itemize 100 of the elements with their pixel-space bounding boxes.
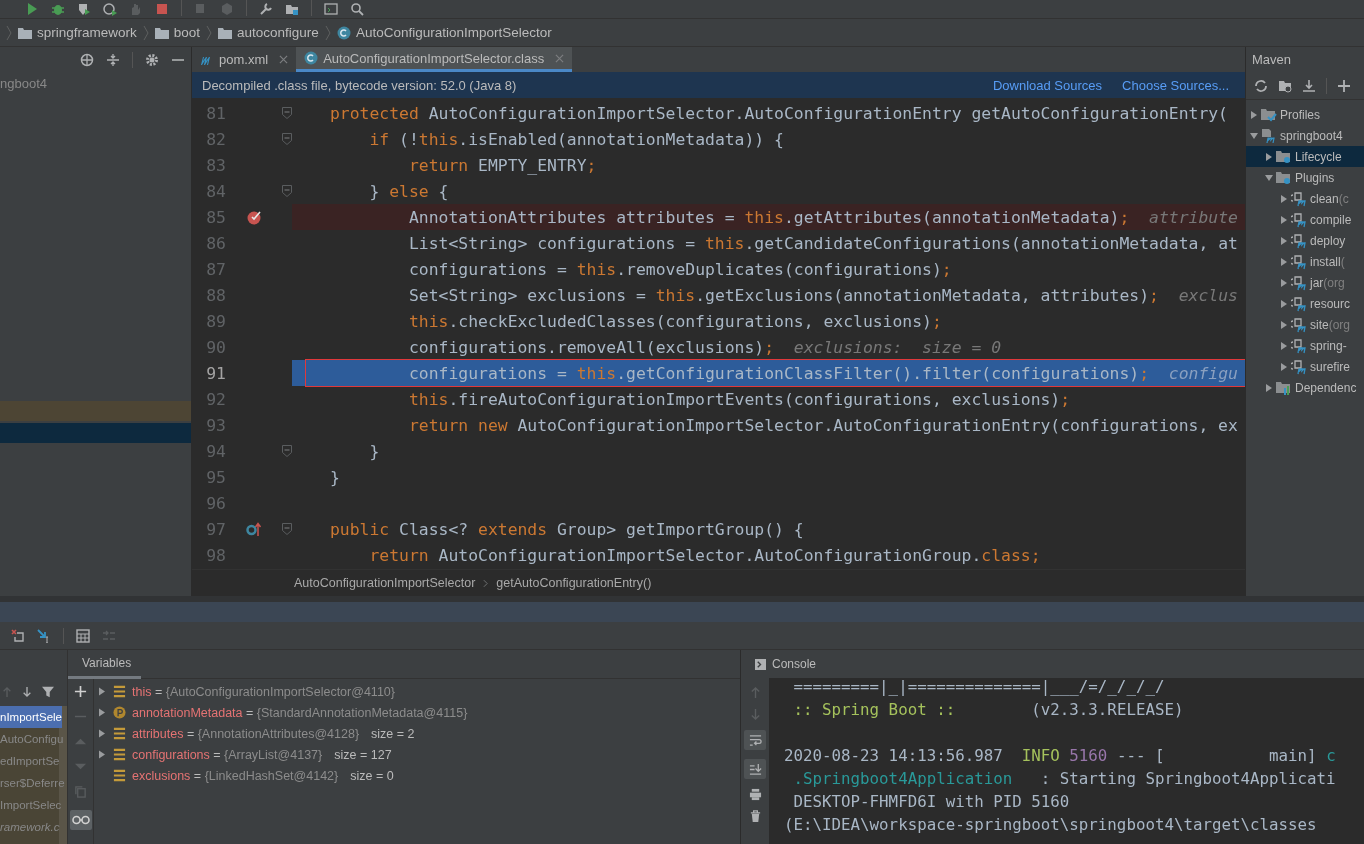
- tree-item[interactable]: spring-: [1246, 335, 1364, 356]
- tree-item[interactable]: surefire: [1246, 356, 1364, 377]
- breakpoint-icon[interactable]: [246, 209, 262, 225]
- shield-icon[interactable]: [77, 2, 91, 16]
- cursor-icon[interactable]: [37, 628, 51, 643]
- stop-icon[interactable]: [155, 2, 169, 16]
- variable-entry[interactable]: annotationMetadata = {StandardAnnotationMetadata@4115}: [132, 705, 468, 720]
- wrap-button[interactable]: [744, 730, 766, 750]
- code-line: protected AutoConfigurationImportSelector.AutoConfigurationEntry getAutoConfigurationEntry(: [330, 103, 1228, 123]
- search-icon[interactable]: [350, 2, 364, 16]
- tree-item[interactable]: Lifecycle: [1246, 146, 1364, 167]
- expander-icon: [1280, 362, 1288, 371]
- settings-icon[interactable]: [145, 52, 159, 67]
- console-line: (E:\IDEA\workspace-springboot\springboot4\target\classes: [784, 815, 1317, 834]
- breadcrumb-item[interactable]: autoconfigure: [218, 25, 319, 40]
- code-line: this.checkExcludedClasses(configurations, exclusions);: [407, 311, 942, 331]
- tree-item[interactable]: clean(c: [1246, 188, 1364, 209]
- tree-item[interactable]: resourc: [1246, 293, 1364, 314]
- line-number: 95: [205, 467, 226, 487]
- code-line: } else {: [368, 181, 449, 201]
- tree-item[interactable]: deploy: [1246, 230, 1364, 251]
- expander-icon: [1250, 131, 1258, 140]
- expander-icon[interactable]: [98, 708, 106, 717]
- variable-entry[interactable]: attributes = {AnnotationAttributes@4128} size = 2: [132, 726, 415, 741]
- code-line: }: [368, 441, 380, 461]
- folder-icon[interactable]: [285, 2, 299, 16]
- breadcrumb-item[interactable]: boot: [154, 25, 201, 40]
- breadcrumb-item[interactable]: getAutoConfigurationEntry(): [496, 576, 652, 590]
- project-name[interactable]: ngboot4: [0, 72, 191, 91]
- filter-icon[interactable]: [42, 686, 54, 698]
- expander-icon: [1280, 341, 1288, 350]
- stack-frame[interactable]: nImportSele: [0, 706, 62, 728]
- fold-icon[interactable]: [282, 133, 292, 145]
- tree-item[interactable]: Profiles: [1246, 104, 1364, 125]
- line-number: 86: [205, 233, 226, 253]
- expander-icon[interactable]: [98, 750, 106, 759]
- line-number: 82: [205, 129, 226, 149]
- tree-item[interactable]: site(org: [1246, 314, 1364, 335]
- code-line: return new AutoConfigurationImportSelector.AutoConfigurationEntry(configurations, ex: [407, 415, 1238, 435]
- fold-icon[interactable]: [282, 185, 292, 197]
- line-number: 85: [205, 207, 226, 227]
- variables-tab[interactable]: Variables: [68, 656, 142, 679]
- banner-link[interactable]: Choose Sources...: [1122, 77, 1229, 93]
- collapse-icon[interactable]: [106, 52, 120, 67]
- add-icon[interactable]: [1337, 78, 1351, 93]
- console-tab[interactable]: Console: [741, 657, 827, 678]
- add-icon[interactable]: [74, 685, 87, 698]
- fold-icon[interactable]: [282, 445, 292, 457]
- wrench-icon[interactable]: [259, 2, 273, 16]
- tree-item[interactable]: jar(org: [1246, 272, 1364, 293]
- expander-icon: [1280, 236, 1288, 245]
- scroll-end-button[interactable]: [744, 759, 766, 779]
- download-icon[interactable]: [1302, 78, 1316, 93]
- scroll-end-icon: [748, 762, 762, 776]
- editor-tab[interactable]: pom.xml: [192, 47, 297, 72]
- bug-icon[interactable]: [51, 2, 65, 16]
- breadcrumb-item[interactable]: springframework: [18, 25, 137, 40]
- editor-tab[interactable]: AutoConfigurationImportSelector.class: [296, 47, 573, 72]
- tree-item[interactable]: Dependenc: [1246, 377, 1364, 398]
- variable-entry[interactable]: this = {AutoConfigurationImportSelector@4110}: [132, 684, 395, 699]
- line-number: 84: [205, 181, 226, 201]
- override-icon[interactable]: [246, 521, 262, 537]
- code-line: return EMPTY_ENTRY;: [407, 155, 597, 175]
- variable-entry[interactable]: exclusions = {LinkedHashSet@4142} size = 0: [132, 768, 394, 783]
- folder-icon[interactable]: [1278, 78, 1292, 93]
- clock-icon[interactable]: [103, 2, 117, 16]
- terminal-icon[interactable]: [324, 2, 338, 16]
- down-arrow-icon[interactable]: [22, 686, 32, 698]
- tree-item[interactable]: springboot4: [1246, 125, 1364, 146]
- glasses-icon: [71, 815, 90, 825]
- chevron-icon: [483, 578, 489, 588]
- refresh-icon[interactable]: [1254, 78, 1268, 93]
- tree-item[interactable]: Plugins: [1246, 167, 1364, 188]
- close-icon[interactable]: [555, 53, 565, 63]
- field-icon: [113, 727, 126, 740]
- expander-icon[interactable]: [98, 687, 106, 696]
- plugin-icon: [1291, 274, 1307, 291]
- tree-item[interactable]: install(: [1246, 251, 1364, 272]
- panel-title: Maven: [1251, 51, 1293, 69]
- calculator-icon[interactable]: [76, 628, 90, 643]
- close-icon[interactable]: [279, 55, 289, 64]
- tree-item[interactable]: compile: [1246, 209, 1364, 230]
- line-number: 92: [205, 389, 226, 409]
- trash-icon[interactable]: [748, 810, 762, 823]
- drop-frame-icon[interactable]: [11, 628, 25, 643]
- banner-link[interactable]: Download Sources: [992, 77, 1103, 93]
- print-icon[interactable]: [748, 788, 762, 801]
- line-number: 88: [205, 285, 226, 305]
- variable-entry[interactable]: configurations = {ArrayList@4137} size = 127: [132, 747, 392, 762]
- crosshair-icon[interactable]: [80, 52, 94, 67]
- folder-icon: [218, 26, 233, 39]
- fold-icon[interactable]: [282, 523, 292, 535]
- code-line: }: [330, 467, 340, 487]
- run-icon[interactable]: [25, 2, 39, 16]
- expander-icon[interactable]: [98, 729, 106, 738]
- breadcrumb-item[interactable]: AutoConfigurationImportSelector: [294, 576, 476, 590]
- folder-icon: [154, 26, 169, 39]
- fold-icon[interactable]: [282, 107, 292, 119]
- glasses-button[interactable]: [69, 810, 92, 830]
- breadcrumb-item[interactable]: AutoConfigurationImportSelector: [336, 25, 552, 40]
